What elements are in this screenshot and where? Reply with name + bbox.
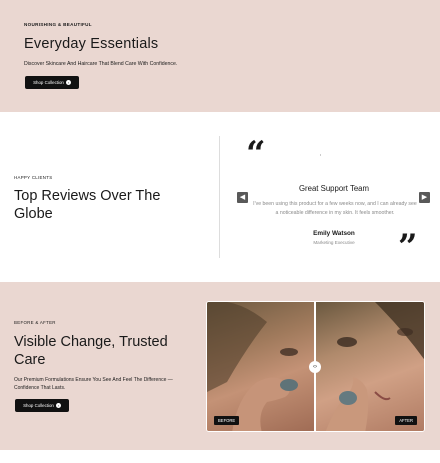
review-heading: Great Support Team [298,184,370,193]
reviews-title: Top Reviews Over The Globe [14,188,161,222]
shop-collection-button[interactable]: Shop Collection › [15,399,69,412]
hero-banner: NOURISHING & BEAUTIFUL Everyday Essentia… [0,0,440,112]
before-image [207,302,315,431]
slider-handle[interactable]: ‹› [309,361,321,373]
reviews-section: HAPPY CLIENTS Top Reviews Over The Globe… [0,112,440,282]
chevron-left-icon: ◀ [239,194,246,201]
hero-subtitle: Discover Skincare And Haircare That Blen… [24,61,178,67]
before-after-eyebrow: BEFORE & AFTER [14,320,56,325]
before-after-title: Visible Change, Trusted Care [14,334,168,368]
before-after-slider[interactable]: ‹› BEFORE AFTER [206,301,425,432]
face-photo-after [325,302,424,431]
arrow-circle-icon: › [55,403,61,408]
reviewer-role: Marketing Executive [313,240,355,245]
button-label: Shop Collection [33,80,64,85]
section-divider [219,136,220,258]
chevron-right-icon: ▶ [421,194,428,201]
reviewer-name: Emily Watson [313,230,355,237]
before-after-section: BEFORE & AFTER Visible Change, Trusted C… [0,282,440,450]
hero-eyebrow: NOURISHING & BEAUTIFUL [24,22,92,27]
after-label: AFTER [395,416,417,425]
review-body: I've been using this product for a few w… [253,201,417,216]
button-label: Shop Collection [23,403,54,408]
face-photo-before [207,302,298,431]
next-review-button[interactable]: ▶ [419,192,430,203]
arrow-circle-icon: › [65,80,71,85]
hero-title: Everyday Essentials [24,36,159,52]
before-after-subtitle: Our Premium Formulations Ensure You See … [14,377,173,391]
prev-review-button[interactable]: ◀ [237,192,248,203]
before-label: BEFORE [214,416,240,425]
quote-close-icon: ” [398,227,418,267]
shop-collection-button[interactable]: Shop Collection › [25,76,79,89]
quote-open-icon: “ [246,134,266,174]
reviews-eyebrow: HAPPY CLIENTS [14,175,53,180]
carousel-indicator [320,154,321,156]
after-image [315,302,424,431]
